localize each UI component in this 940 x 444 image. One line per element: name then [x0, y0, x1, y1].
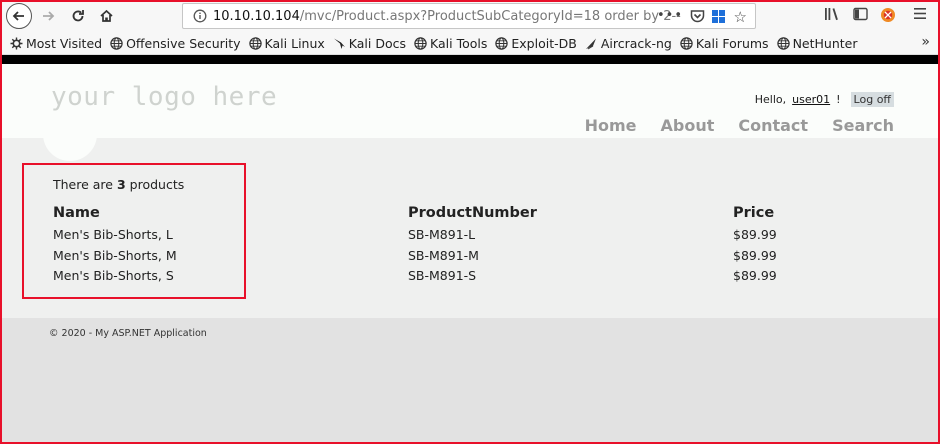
globe-icon — [414, 36, 427, 50]
count-suffix: products — [129, 177, 185, 192]
windows-icon[interactable] — [712, 10, 725, 27]
globe-icon — [495, 36, 509, 50]
nav-search[interactable]: Search — [832, 116, 894, 135]
globe-icon — [680, 36, 693, 50]
count-value: 3 — [116, 177, 126, 192]
count-prefix: There are — [53, 177, 113, 192]
web-page: your logo here Hello, user01 ! Log off H… — [2, 55, 938, 442]
reload-icon — [72, 10, 84, 22]
bookmark-star-icon[interactable]: ☆ — [734, 8, 747, 26]
arrow-right-icon — [43, 11, 55, 21]
globe-icon — [110, 36, 123, 50]
url-host: 10.10.10.104 — [213, 8, 300, 24]
nav-about[interactable]: About — [660, 116, 714, 135]
bookmark-label: Most Visited — [26, 35, 103, 51]
library-icon[interactable] — [824, 7, 839, 25]
main-nav: Home About Contact Search — [561, 116, 894, 135]
forward-button[interactable] — [38, 4, 58, 28]
bookmarks-bar: Most Visited Offensive Security Kali Lin… — [0, 32, 940, 55]
cell-productnumber: SB-M891-L — [408, 227, 476, 242]
nav-contact[interactable]: Contact — [738, 116, 808, 135]
browser-toolbar: 10.10.10.104/mvc/Product.aspx?ProductSub… — [0, 0, 940, 32]
bookmark-kali-tools[interactable]: Kali Tools — [414, 36, 487, 51]
cell-price: $89.99 — [733, 248, 777, 263]
column-header-name: Name — [53, 205, 100, 221]
top-black-bar — [2, 55, 938, 64]
cell-productnumber: SB-M891-M — [408, 248, 479, 263]
greeting-bang: ! — [836, 93, 841, 106]
reload-button[interactable] — [68, 4, 88, 28]
bookmark-label: Kali Tools — [430, 35, 488, 51]
greeting-text: Hello, — [754, 93, 787, 106]
hamburger-menu-icon[interactable] — [913, 7, 927, 24]
bookmark-label: Kali Docs — [348, 35, 407, 51]
bookmark-label: Exploit-DB — [511, 35, 577, 51]
arrow-left-icon — [12, 11, 24, 21]
bookmark-kali-forums[interactable]: Kali Forums — [680, 36, 769, 51]
bookmark-label: Kali Forums — [695, 35, 769, 51]
kali-dragon-icon — [333, 38, 345, 49]
bookmark-label: Kali Linux — [264, 35, 325, 51]
site-header: your logo here Hello, user01 ! Log off H… — [2, 64, 938, 138]
bookmarks-overflow-button[interactable]: » — [921, 34, 930, 50]
bookmark-most-visited[interactable]: Most Visited — [10, 36, 102, 51]
bookmark-nethunter[interactable]: NetHunter — [776, 35, 858, 51]
bookmark-aircrack-ng[interactable]: Aircrack-ng — [585, 36, 672, 51]
globe-icon — [248, 36, 262, 50]
cell-name: Men's Bib-Shorts, L — [53, 227, 173, 242]
extension-icon[interactable] — [880, 7, 896, 27]
home-button[interactable] — [96, 4, 116, 28]
cell-price: $89.99 — [733, 227, 777, 242]
bookmark-kali-docs[interactable]: Kali Docs — [333, 36, 406, 51]
aircrack-icon — [585, 38, 596, 49]
url-path: /mvc/Product.aspx?ProductSubCategoryId=1… — [299, 8, 681, 24]
site-logo[interactable]: your logo here — [51, 82, 277, 112]
bookmark-kali-linux[interactable]: Kali Linux — [248, 35, 325, 51]
bookmark-offensive-security[interactable]: Offensive Security — [110, 35, 241, 51]
site-footer: © 2020 - My ASP.NET Application — [2, 318, 938, 442]
cell-name: Men's Bib-Shorts, M — [53, 248, 177, 263]
page-actions-button[interactable]: ••• — [657, 8, 683, 23]
cell-productnumber: SB-M891-S — [408, 268, 477, 283]
address-bar[interactable]: 10.10.10.104/mvc/Product.aspx?ProductSub… — [182, 3, 756, 29]
info-icon[interactable] — [189, 9, 211, 23]
gear-icon — [10, 37, 23, 49]
cell-name: Men's Bib-Shorts, S — [53, 268, 174, 283]
nav-home[interactable]: Home — [585, 116, 637, 135]
bookmark-label: NetHunter — [792, 35, 858, 51]
login-area: Hello, user01 ! Log off — [755, 92, 894, 107]
product-count: There are 3 products — [53, 177, 184, 192]
bookmark-label: Offensive Security — [126, 35, 241, 51]
header-tab-shape — [43, 126, 97, 161]
pocket-icon[interactable] — [690, 9, 705, 27]
bookmark-label: Aircrack-ng — [600, 35, 672, 51]
back-button[interactable] — [6, 3, 32, 29]
main-content: There are 3 products Name ProductNumber … — [2, 126, 938, 318]
column-header-price: Price — [733, 205, 775, 221]
footer-copyright: © 2020 - My ASP.NET Application — [49, 328, 207, 339]
logoff-button[interactable]: Log off — [850, 92, 894, 107]
column-header-productnumber: ProductNumber — [408, 205, 537, 221]
home-icon — [99, 9, 113, 22]
globe-icon — [776, 36, 790, 50]
username-link[interactable]: user01 — [792, 93, 830, 106]
cell-price: $89.99 — [733, 268, 777, 283]
sidebar-icon[interactable] — [853, 7, 868, 25]
bookmark-exploit-db[interactable]: Exploit-DB — [495, 35, 577, 51]
